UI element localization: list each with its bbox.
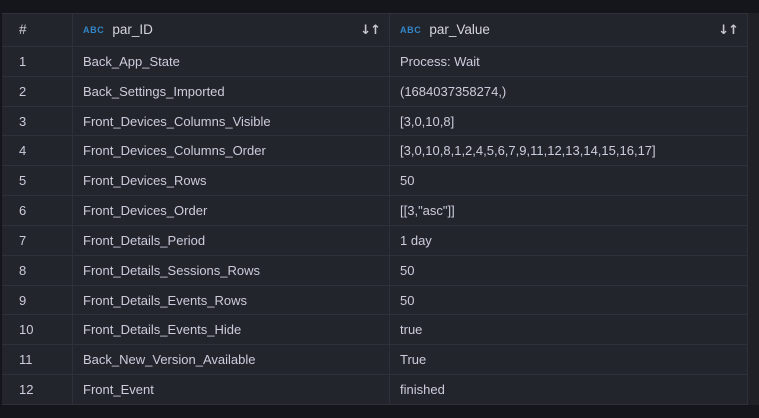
par-id-cell: Front_Details_Sessions_Rows <box>73 256 390 286</box>
row-right-gutter <box>748 375 759 405</box>
page-background-bottom <box>0 405 759 418</box>
table-row: 7 Front_Details_Period 1 day <box>2 226 759 256</box>
row-right-gutter <box>748 107 759 137</box>
header-index-column: # <box>2 13 73 47</box>
row-index-cell: 10 <box>2 315 73 345</box>
par-value-cell: true <box>390 315 748 345</box>
par-value-cell: [[3,"asc"]] <box>390 196 748 226</box>
sort-icon[interactable]: ↓↑ <box>718 24 738 37</box>
par-id-cell: Front_Devices_Rows <box>73 166 390 196</box>
par-id-cell: Front_Devices_Columns_Visible <box>73 107 390 137</box>
row-right-gutter <box>748 315 759 345</box>
par-value-cell: (1684037358274,) <box>390 77 748 107</box>
row-index-cell: 5 <box>2 166 73 196</box>
table-row: 10 Front_Details_Events_Hide true <box>2 315 759 345</box>
table-row: 8 Front_Details_Sessions_Rows 50 <box>2 256 759 286</box>
par-value-cell: 50 <box>390 166 748 196</box>
par-value-cell: finished <box>390 375 748 405</box>
table-row: 3 Front_Devices_Columns_Visible [3,0,10,… <box>2 107 759 137</box>
par-id-cell: Front_Details_Events_Hide <box>73 315 390 345</box>
header-par-value-column[interactable]: ABC par_Value ↓↑ <box>390 13 748 47</box>
header-right-gutter <box>748 13 759 47</box>
row-index-cell: 4 <box>2 136 73 166</box>
row-index-cell: 8 <box>2 256 73 286</box>
index-column-label: # <box>19 23 27 37</box>
row-index-cell: 2 <box>2 77 73 107</box>
table-row: 2 Back_Settings_Imported (1684037358274,… <box>2 77 759 107</box>
table-row: 11 Back_New_Version_Available True <box>2 345 759 375</box>
par-value-cell: Process: Wait <box>390 47 748 77</box>
table-row: 1 Back_App_State Process: Wait <box>2 47 759 77</box>
string-type-icon: ABC <box>400 26 421 35</box>
table-panel: # ABC par_ID ↓↑ ABC par_Value ↓↑ 1 Back_… <box>0 0 759 418</box>
row-right-gutter <box>748 77 759 107</box>
row-index-cell: 9 <box>2 286 73 316</box>
row-right-gutter <box>748 47 759 77</box>
par-id-cell: Back_New_Version_Available <box>73 345 390 375</box>
table-row: 9 Front_Details_Events_Rows 50 <box>2 286 759 316</box>
par-value-cell: 50 <box>390 256 748 286</box>
row-index-cell: 7 <box>2 226 73 256</box>
par-id-cell: Front_Devices_Columns_Order <box>73 136 390 166</box>
par-id-cell: Front_Devices_Order <box>73 196 390 226</box>
par-id-cell: Front_Details_Period <box>73 226 390 256</box>
row-right-gutter <box>748 196 759 226</box>
par-id-column-label: par_ID <box>112 23 153 37</box>
par-value-cell: 50 <box>390 286 748 316</box>
table-row: 4 Front_Devices_Columns_Order [3,0,10,8,… <box>2 136 759 166</box>
row-index-cell: 11 <box>2 345 73 375</box>
row-index-cell: 3 <box>2 107 73 137</box>
table-row: 5 Front_Devices_Rows 50 <box>2 166 759 196</box>
par-id-cell: Back_App_State <box>73 47 390 77</box>
data-table: # ABC par_ID ↓↑ ABC par_Value ↓↑ 1 Back_… <box>0 13 759 405</box>
header-par-id-column[interactable]: ABC par_ID ↓↑ <box>73 13 390 47</box>
row-right-gutter <box>748 345 759 375</box>
par-value-cell: True <box>390 345 748 375</box>
par-value-cell: 1 day <box>390 226 748 256</box>
par-id-cell: Back_Settings_Imported <box>73 77 390 107</box>
table-row: 6 Front_Devices_Order [[3,"asc"]] <box>2 196 759 226</box>
par-value-cell: [3,0,10,8] <box>390 107 748 137</box>
row-right-gutter <box>748 226 759 256</box>
par-id-cell: Front_Details_Events_Rows <box>73 286 390 316</box>
table-header-row: # ABC par_ID ↓↑ ABC par_Value ↓↑ <box>2 13 759 47</box>
table-body: 1 Back_App_State Process: Wait 2 Back_Se… <box>2 47 759 405</box>
row-right-gutter <box>748 166 759 196</box>
sort-icon[interactable]: ↓↑ <box>360 24 380 37</box>
string-type-icon: ABC <box>83 26 104 35</box>
row-right-gutter <box>748 136 759 166</box>
row-index-cell: 1 <box>2 47 73 77</box>
row-index-cell: 12 <box>2 375 73 405</box>
par-value-column-label: par_Value <box>429 23 490 37</box>
row-right-gutter <box>748 286 759 316</box>
row-right-gutter <box>748 256 759 286</box>
table-row: 12 Front_Event finished <box>2 375 759 405</box>
par-value-cell: [3,0,10,8,1,2,4,5,6,7,9,11,12,13,14,15,1… <box>390 136 748 166</box>
par-id-cell: Front_Event <box>73 375 390 405</box>
page-background-top <box>0 0 759 13</box>
row-index-cell: 6 <box>2 196 73 226</box>
